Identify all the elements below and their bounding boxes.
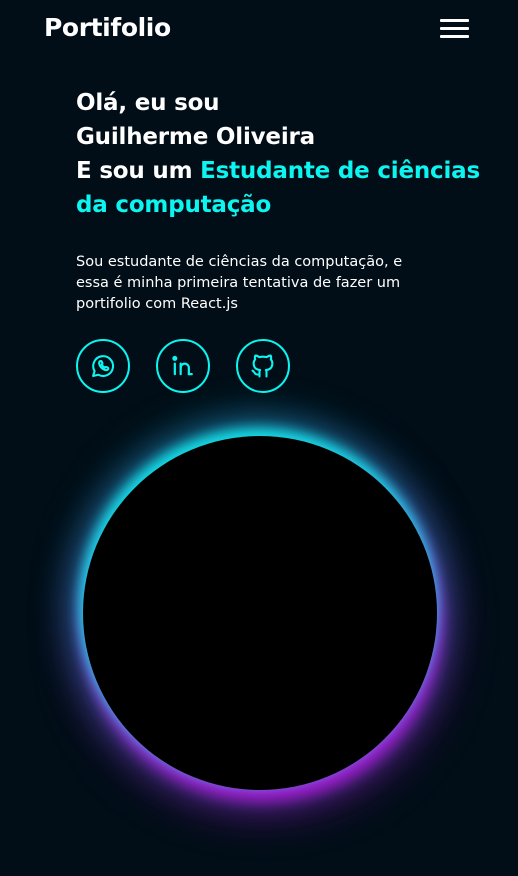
whatsapp-icon: [92, 355, 115, 378]
menu-bar-middle: [440, 27, 469, 30]
top-navbar: Portifolio: [0, 0, 518, 60]
linkedin-icon: [172, 355, 193, 376]
hero-glowing-orb: [83, 436, 437, 790]
menu-bar-top: [440, 19, 469, 22]
github-link[interactable]: [236, 339, 290, 393]
hero-intro-prefix: E sou um: [76, 158, 201, 184]
menu-bar-bottom: [440, 35, 469, 38]
hero-role-line: E sou um Estudante de ciências: [76, 154, 496, 188]
hero-role-highlight: Estudante de ciências: [200, 158, 480, 184]
linkedin-link[interactable]: [156, 339, 210, 393]
site-logo[interactable]: Portifolio: [44, 13, 171, 42]
hero-role-highlight-continued: da computação: [76, 192, 272, 218]
github-icon: [251, 354, 274, 378]
hamburger-menu-button[interactable]: [437, 17, 471, 43]
about-description: Sou estudante de ciências da computação,…: [76, 254, 403, 312]
hero-greeting: Olá, eu sou: [76, 90, 220, 116]
hero-heading: Olá, eu sou Guilherme Oliveira E sou um …: [76, 86, 496, 222]
hero-name: Guilherme Oliveira: [76, 124, 315, 150]
whatsapp-link[interactable]: [76, 339, 130, 393]
